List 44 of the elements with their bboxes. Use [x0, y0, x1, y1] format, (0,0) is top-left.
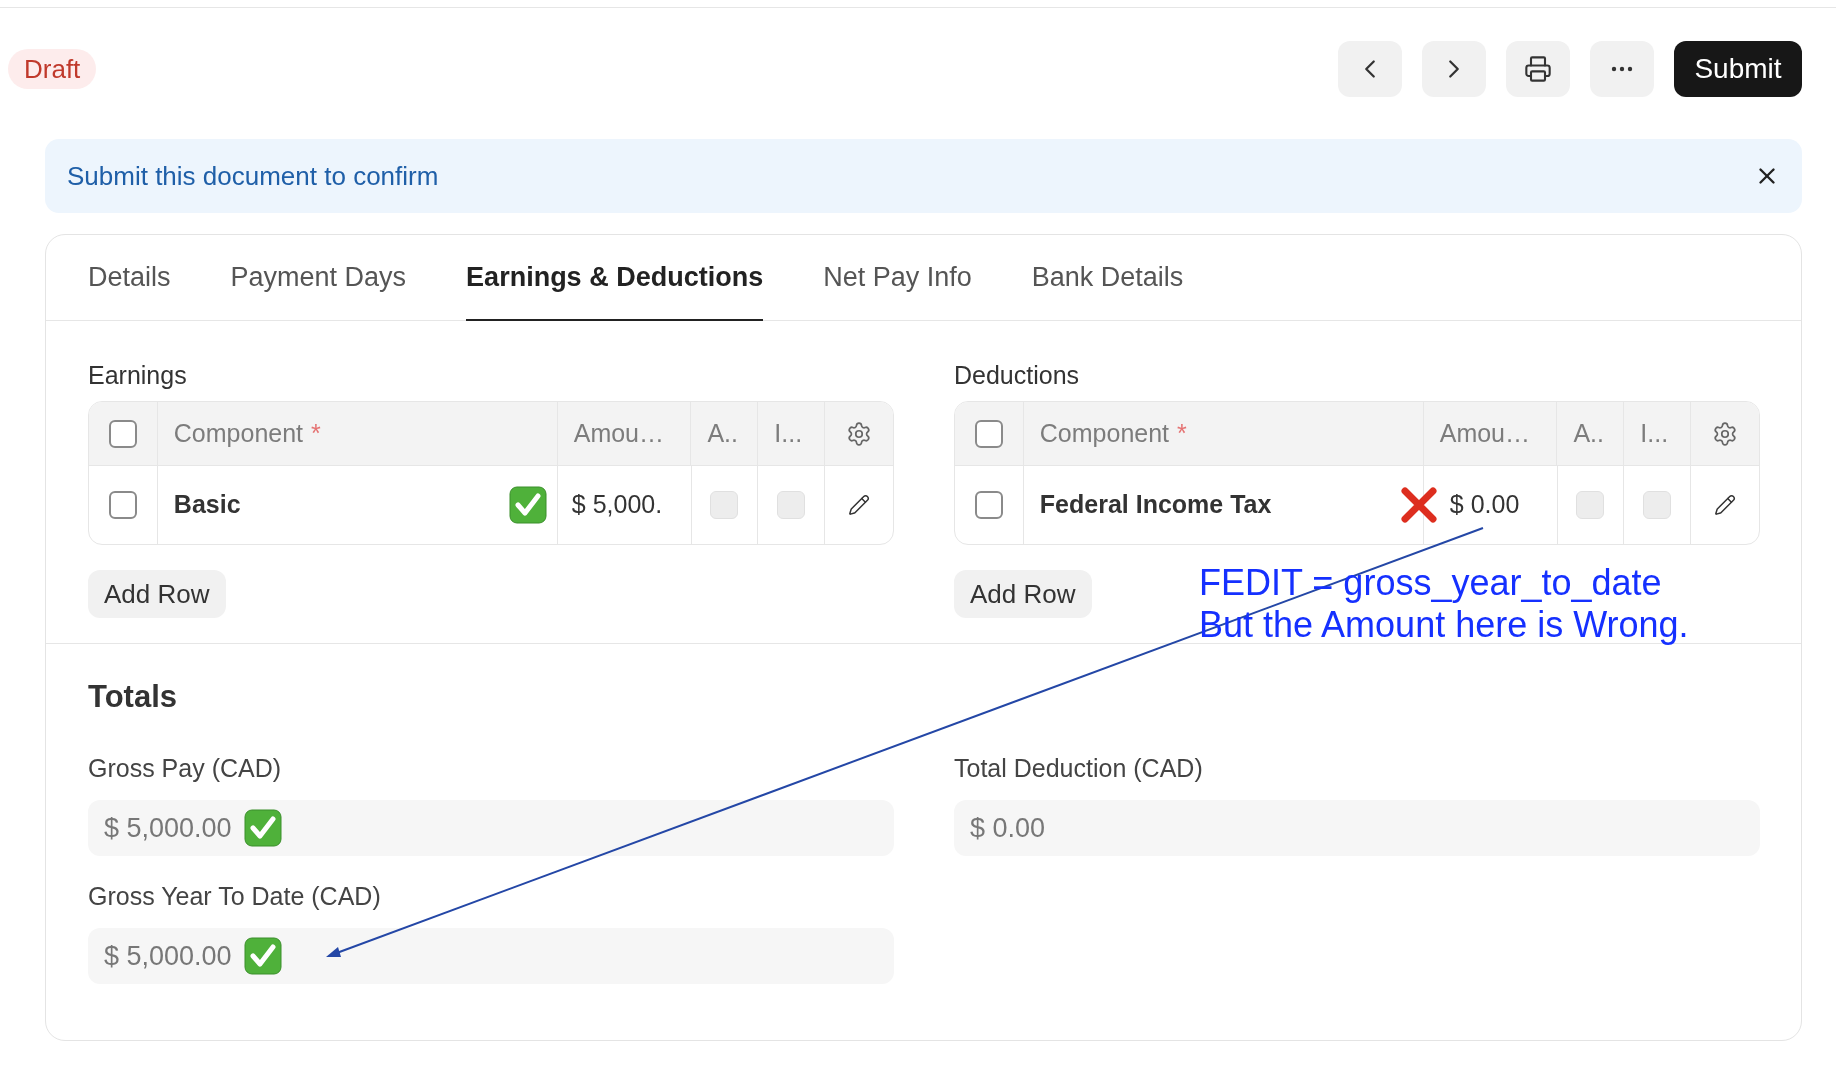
table-cell-text: $ 5,000. [571, 489, 663, 521]
field-value: $ 5,000.00 [104, 811, 232, 845]
field-label: Total Deduction (CAD) [954, 753, 1204, 782]
column-header: Component [173, 417, 304, 449]
submit-button[interactable]: Submit [1674, 41, 1802, 97]
column-header: A.. [707, 417, 738, 449]
column-header: A.. [1573, 417, 1604, 449]
edit-icon[interactable] [848, 494, 871, 516]
tab[interactable]: Bank Details [1031, 235, 1184, 321]
section-title: Earnings [88, 360, 188, 389]
status-badge: Draft [8, 49, 97, 89]
settings-icon[interactable] [846, 420, 873, 447]
field-label: Gross Pay (CAD) [88, 753, 283, 782]
checkbox[interactable] [974, 419, 1003, 448]
banner-message: Submit this document to confirm [67, 159, 439, 193]
table-cell-text: Federal Income Tax [1039, 489, 1272, 521]
printer-icon [1524, 55, 1552, 83]
checkbox[interactable] [108, 491, 137, 519]
settings-icon[interactable] [1712, 420, 1739, 447]
column-header: Amou… [1439, 417, 1530, 449]
tab[interactable]: Payment Days [230, 235, 407, 321]
checkbox[interactable] [974, 491, 1003, 519]
required-mark: * [1177, 417, 1187, 449]
column-header: I... [1640, 417, 1669, 449]
tab[interactable]: Net Pay Info [823, 235, 972, 321]
add-row-button[interactable]: Add Row [954, 570, 1092, 618]
column-header: Amou… [573, 417, 664, 449]
table-cell-text: $ 0.00 [1449, 489, 1520, 521]
table-cell-text: Basic [173, 489, 241, 521]
field-value: $ 0.00 [970, 811, 1046, 845]
add-row-button[interactable]: Add Row [88, 570, 226, 618]
section-title: Deductions [954, 360, 1081, 389]
column-header: I... [774, 417, 803, 449]
field-label: Gross Year To Date (CAD) [88, 881, 382, 910]
tab[interactable]: Details [88, 235, 171, 321]
print-button[interactable] [1506, 41, 1570, 97]
field-value: $ 5,000.00 [104, 939, 232, 973]
column-header: Component [1039, 417, 1170, 449]
required-mark: * [311, 417, 321, 449]
section-heading: Totals [88, 678, 178, 714]
tab[interactable]: Earnings & Deductions [466, 235, 764, 321]
edit-icon[interactable] [1714, 494, 1737, 516]
checkbox[interactable] [108, 419, 137, 448]
more-icon [1611, 66, 1633, 72]
